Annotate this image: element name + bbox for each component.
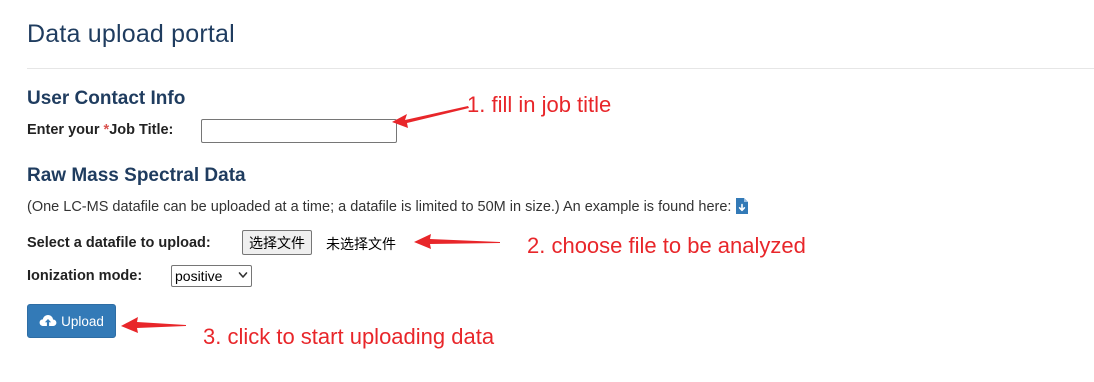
section-heading-contact: User Contact Info (27, 88, 186, 109)
job-title-input[interactable] (201, 119, 397, 143)
upload-info-message: (One LC-MS datafile can be uploaded at a… (27, 199, 732, 215)
title-divider (27, 68, 1094, 69)
file-select-label: Select a datafile to upload: (27, 235, 211, 251)
download-file-icon[interactable] (735, 198, 749, 214)
upload-button-label: Upload (61, 313, 104, 329)
ionization-mode-select[interactable]: positive (171, 265, 252, 287)
ionization-mode-label: Ionization mode: (27, 268, 143, 284)
page-title: Data upload portal (27, 20, 235, 48)
upload-button[interactable]: Upload (27, 304, 116, 338)
section-heading-raw-data: Raw Mass Spectral Data (27, 165, 246, 186)
annotation-step-1: 1. fill in job title (467, 92, 612, 117)
annotation-step-2: 2. choose file to be analyzed (527, 233, 806, 258)
cloud-upload-icon (39, 315, 57, 326)
annotation-arrow-1 (121, 106, 500, 333)
job-label-suffix: Job Title: (109, 122, 174, 138)
annotation-step-3: 3. click to start uploading data (203, 324, 495, 349)
chevron-down-icon (238, 272, 248, 278)
file-status-text: 未选择文件 (326, 237, 396, 253)
job-label-prefix: Enter your (27, 122, 104, 138)
ionization-mode-value: positive (175, 268, 223, 284)
upload-info-text: (One LC-MS datafile can be uploaded at a… (27, 198, 749, 215)
choose-file-button[interactable]: 选择文件 (242, 230, 312, 255)
job-title-label: Enter your *Job Title: (27, 122, 173, 138)
